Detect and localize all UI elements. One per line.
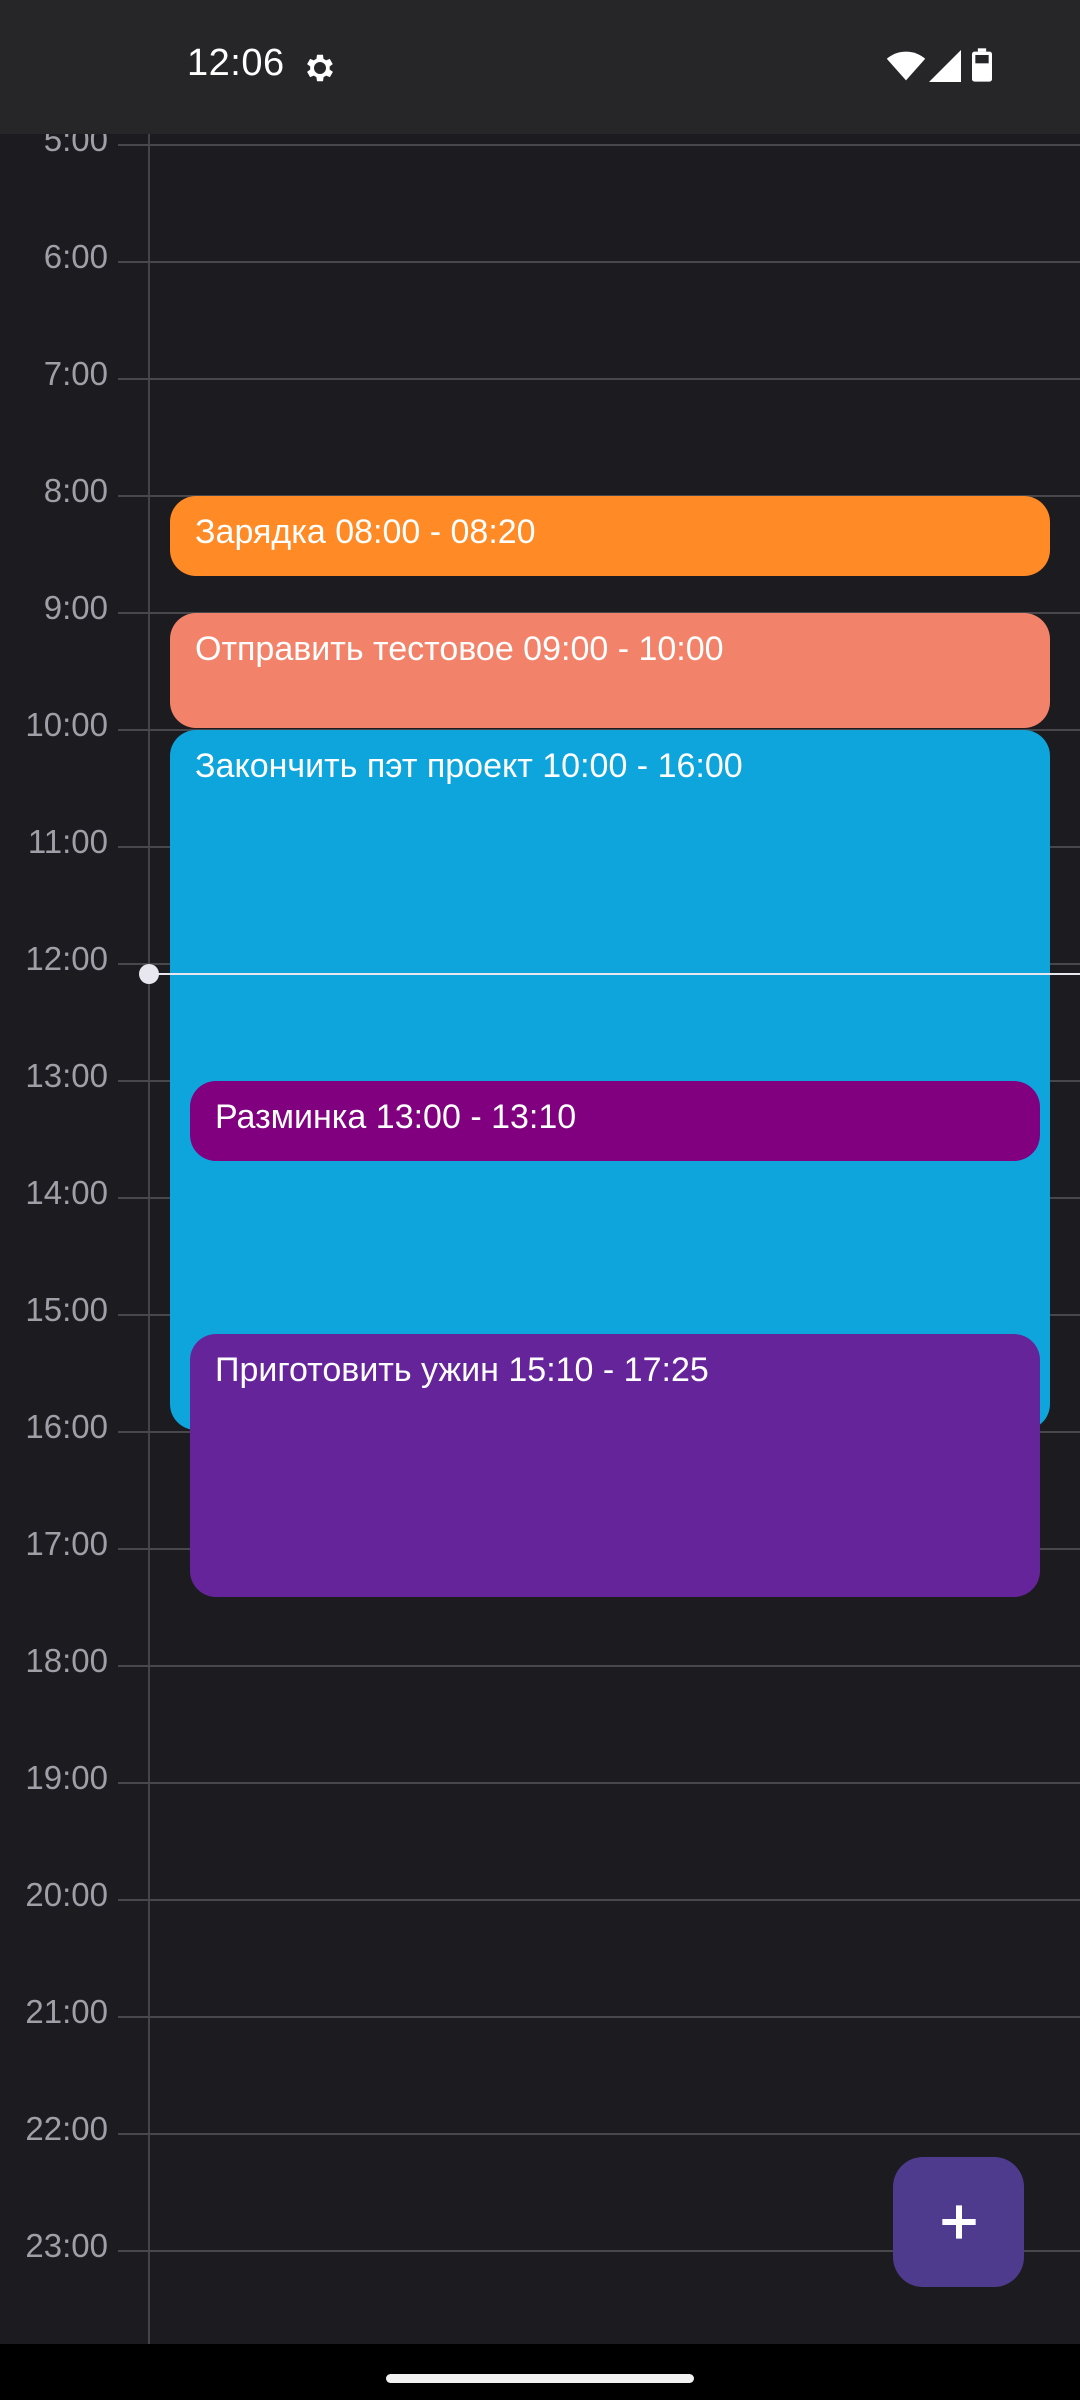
event-title: Отправить тестовое 09:00 - 10:00 [195,630,724,668]
event-card-send-test[interactable]: Отправить тестовое 09:00 - 10:00 [170,613,1050,728]
hour-row-7: 7:00 [0,355,1080,392]
add-event-button[interactable] [893,2157,1024,2287]
hour-row-19: 19:00 [0,1759,1080,1796]
event-title: Закончить пэт проект 10:00 - 16:00 [195,747,743,785]
battery-icon [972,48,992,82]
hour-row-6: 6:00 [0,238,1080,275]
hour-line [118,2133,1080,2135]
hour-row-20: 20:00 [0,1876,1080,1913]
event-card-zaryadka[interactable]: Зарядка 08:00 - 08:20 [170,496,1050,576]
event-title: Зарядка 08:00 - 08:20 [195,513,536,551]
status-bar: 12:06 [0,0,1080,134]
event-card-dinner[interactable]: Приготовить ужин 15:10 - 17:25 [190,1334,1040,1597]
hour-label: 22:00 [25,2110,108,2147]
hour-label: 15:00 [25,1291,108,1328]
current-time-dot [139,964,159,984]
event-card-pet-project[interactable]: Закончить пэт проект 10:00 - 16:00 [170,730,1050,1430]
calendar-day-screen: 12:06 5:00 6:00 7:00 8:00 9:00 10:00 11:… [0,0,1080,2400]
signal-icon [929,50,961,82]
status-time: 12:06 [187,42,285,84]
hour-line [118,1665,1080,1667]
hour-line [118,144,1080,146]
hour-row-5: 5:00 [0,134,1080,158]
event-card-razminka[interactable]: Разминка 13:00 - 13:10 [190,1081,1040,1161]
navigation-bar [0,2344,1080,2400]
hour-label: 19:00 [25,1759,108,1796]
hour-line [118,378,1080,380]
hour-label: 21:00 [25,1993,108,2030]
hour-label: 8:00 [43,472,108,509]
hour-label: 16:00 [25,1408,108,1445]
hour-label: 10:00 [25,706,108,743]
hour-label: 5:00 [43,134,108,158]
hour-label: 11:00 [27,823,108,860]
hour-line [118,1899,1080,1901]
hour-row-22: 22:00 [0,2110,1080,2147]
hour-label: 18:00 [25,1642,108,1679]
event-title: Приготовить ужин 15:10 - 17:25 [215,1351,709,1389]
hour-row-18: 18:00 [0,1642,1080,1679]
day-timeline[interactable]: 5:00 6:00 7:00 8:00 9:00 10:00 11:00 12:… [0,134,1080,2344]
hour-label: 17:00 [25,1525,108,1562]
gear-icon [307,54,333,82]
wifi-icon [886,51,926,81]
hour-label: 6:00 [43,238,108,275]
hour-line [118,1782,1080,1784]
hour-label: 14:00 [25,1174,108,1211]
hour-line [118,261,1080,263]
hour-label: 13:00 [25,1057,108,1094]
hour-label: 9:00 [43,589,108,626]
hour-line [118,2016,1080,2018]
hour-label: 12:00 [25,940,108,977]
hour-row-21: 21:00 [0,1993,1080,2030]
event-title: Разминка 13:00 - 13:10 [215,1098,577,1136]
home-gesture-handle[interactable] [386,2374,694,2383]
time-axis-line [148,134,150,2344]
hour-label: 7:00 [43,355,108,392]
current-time-line [148,973,1080,975]
plus-icon [941,2205,976,2239]
hour-label: 20:00 [25,1876,108,1913]
hour-label: 23:00 [25,2227,108,2264]
